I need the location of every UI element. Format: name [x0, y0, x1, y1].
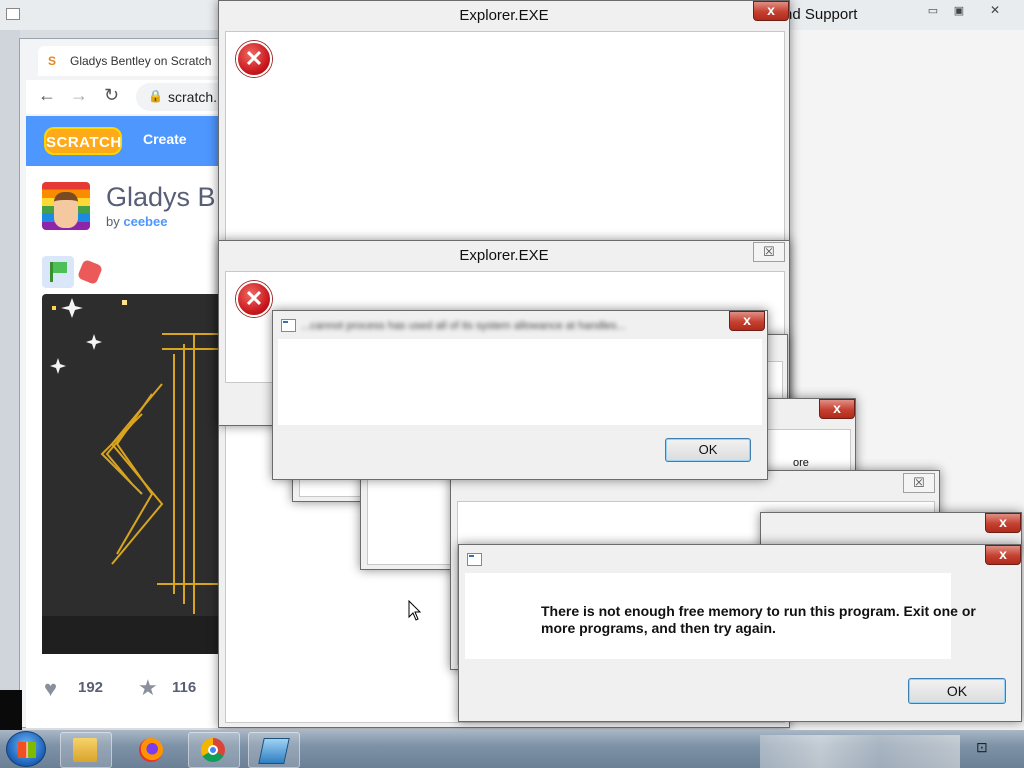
author-line: by ceebee [106, 214, 167, 229]
background-maximize-button[interactable]: ▣ [948, 4, 970, 19]
error-message: There is not enough free memory to run t… [541, 603, 976, 636]
system-menu-icon[interactable] [467, 553, 482, 566]
heart-icon[interactable]: ♥ [44, 676, 57, 702]
close-button[interactable]: x [985, 545, 1021, 565]
chrome-icon [201, 738, 225, 762]
browser-tab[interactable]: S Gladys Bentley on Scratch [38, 46, 223, 76]
taskbar-explorer[interactable] [60, 732, 112, 768]
loves-count: 192 [78, 679, 104, 696]
dialog-title: ...cannot process has used all of its sy… [301, 320, 626, 332]
close-button[interactable]: ☒ [753, 242, 785, 262]
back-arrow-icon[interactable]: ← [38, 85, 56, 106]
close-button[interactable]: x [985, 513, 1021, 533]
system-menu-icon[interactable] [281, 319, 296, 332]
lock-icon: 🔒 [148, 89, 163, 103]
author-link[interactable]: ceebee [123, 214, 167, 229]
left-window-icon [6, 8, 20, 20]
close-button[interactable]: x [753, 1, 789, 21]
dialog-body [278, 339, 762, 425]
green-flag-button[interactable] [42, 256, 74, 288]
tab-title: Gladys Bentley on Scratch [70, 54, 212, 68]
error-icon: ✕ [236, 281, 272, 317]
scratch-logo[interactable]: SCRATCH [44, 127, 122, 155]
background-minimize-button[interactable]: ▭ [922, 4, 944, 19]
taskbar-wallpaper-art [760, 735, 960, 768]
desktop-left-edge [0, 30, 20, 730]
star-icon[interactable]: ★ [138, 675, 158, 701]
error-icon: ✕ [236, 41, 272, 77]
ok-button[interactable]: OK [665, 438, 751, 462]
desktop-corner [0, 690, 22, 730]
taskbar-chrome[interactable] [188, 732, 240, 768]
project-stage[interactable] [42, 294, 222, 654]
firefox-icon [139, 738, 163, 762]
favorites-count: 116 [172, 679, 197, 696]
taskbar-app[interactable] [248, 732, 300, 768]
close-button[interactable]: ☒ [903, 473, 935, 493]
close-button[interactable]: x [819, 399, 855, 419]
window-app-icon [258, 738, 290, 764]
by-label: by [106, 214, 120, 229]
url-text: scratch. [168, 89, 218, 105]
close-button[interactable]: x [729, 311, 765, 331]
windows-logo-icon [18, 742, 36, 758]
author-avatar[interactable] [42, 182, 90, 230]
stage-controls-bar [42, 616, 222, 654]
stage-art [50, 298, 222, 614]
dialog-text-partial: ore [793, 457, 809, 469]
folder-icon [73, 738, 97, 762]
dialog-title: Explorer.EXE [219, 241, 789, 269]
dialog-title: Explorer.EXE [219, 1, 789, 29]
memory-error-dialog: x There is not enough free memory to run… [458, 544, 1022, 722]
scratch-favicon-icon: S [48, 54, 57, 68]
mouse-cursor-icon [408, 600, 422, 621]
create-link[interactable]: Create [143, 131, 187, 147]
reload-icon[interactable]: ↻ [104, 85, 119, 106]
error-dialog-middle: ...cannot process has used all of its sy… [272, 310, 768, 480]
forward-arrow-icon[interactable]: → [70, 85, 88, 106]
start-button[interactable] [6, 731, 46, 767]
taskbar-firefox[interactable] [126, 732, 178, 768]
background-window-title: nd Support [784, 6, 858, 23]
ok-button[interactable]: OK [908, 678, 1006, 704]
project-title: Gladys B [106, 182, 216, 212]
background-close-button[interactable]: ✕ [984, 3, 1006, 18]
tray-network-icon[interactable]: ⊡ [976, 739, 988, 756]
